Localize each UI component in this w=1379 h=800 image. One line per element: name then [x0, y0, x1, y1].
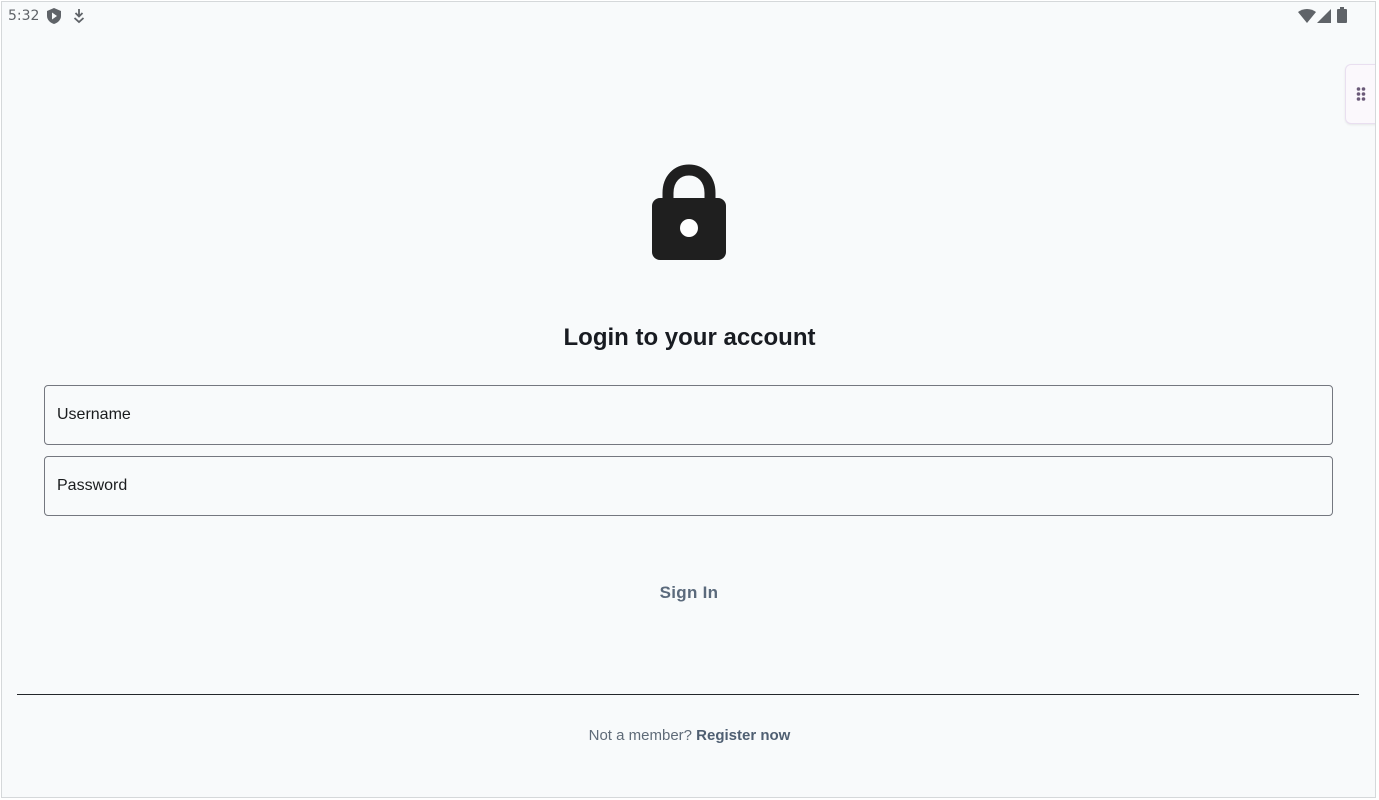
wifi-icon	[1298, 9, 1316, 23]
side-drag-handle[interactable]	[1345, 64, 1375, 124]
cellular-signal-icon	[1317, 9, 1331, 23]
download-arrow-icon	[73, 8, 85, 24]
drag-dots-icon	[1356, 87, 1366, 101]
register-prompt: Not a member?	[588, 727, 692, 744]
username-field[interactable]	[44, 385, 1333, 445]
battery-icon	[1337, 7, 1347, 23]
page-title: Login to your account	[563, 324, 816, 351]
password-field[interactable]	[44, 456, 1333, 516]
lock-icon	[652, 164, 726, 265]
shield-play-icon	[47, 8, 61, 24]
sign-in-button[interactable]: Sign In	[610, 572, 768, 614]
status-bar: 5:32	[2, 2, 1375, 30]
register-now-link[interactable]: Register now	[696, 727, 790, 744]
divider	[17, 694, 1359, 695]
footer: Not a member? Register now	[2, 727, 1375, 744]
app-screen: 5:32 Login to your account Username Sign…	[1, 1, 1376, 798]
status-time: 5:32	[8, 8, 40, 24]
